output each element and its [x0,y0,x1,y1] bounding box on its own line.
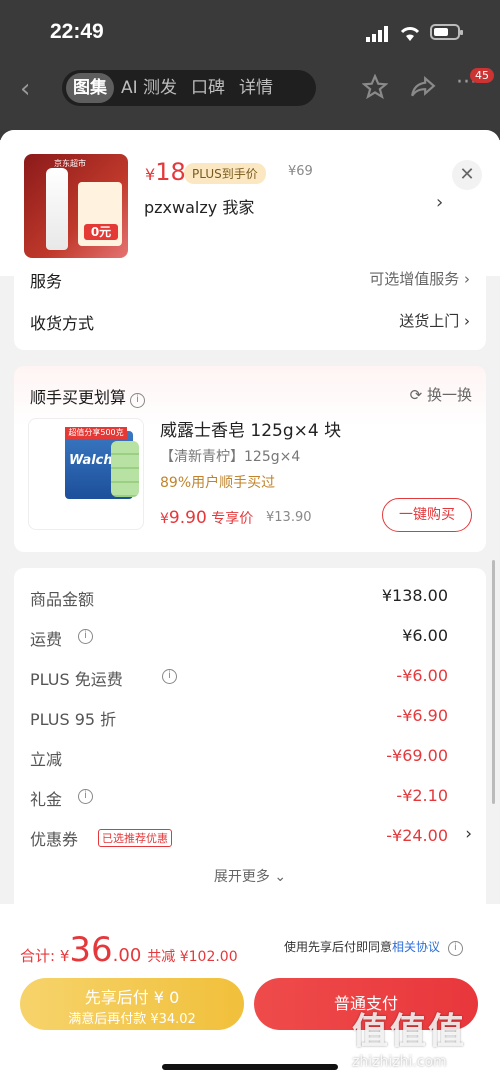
soap-thumbnail[interactable]: 超值分享500克 Walch [28,418,144,530]
info-icon[interactable]: i [78,629,93,644]
clock: 22:49 [50,20,104,43]
original-price: ¥69 [288,164,313,179]
wifi-icon [400,27,420,41]
total-amount: 合计: ¥36.00 共减 ¥102.00 [20,930,238,970]
agreement-link[interactable]: 相关协议 [392,940,440,954]
buy-together-card: 顺手买更划算 i ⟳ 换一换 超值分享500克 Walch 威露士香皂 125g×… [14,366,486,552]
signal-icon [366,26,388,42]
amount-label: PLUS 95 折 [30,710,117,729]
amount-row: 商品金额 ¥138.00 [30,586,448,609]
delivery-value[interactable]: 送货上门 › [399,310,470,331]
amount-value: ¥138.00 [381,586,448,605]
amount-row: PLUS 免运费 i -¥6.00 [30,666,448,689]
product-header: 京东超市 0元 ¥18 PLUS到手价 ¥69 ✕ pzxwalzy 我家 › [0,130,500,276]
back-icon[interactable]: ‹ [20,74,30,104]
thumb-zero-label: 0元 [84,224,118,240]
plus-price-tag: PLUS到手价 [184,163,266,184]
status-bar: 22:49 [0,0,500,62]
amount-label: 商品金额 [30,590,95,609]
soap-brand: Walch [69,453,113,468]
addon-rate: 89%用户顺手买过 [160,475,276,491]
amount-value: ¥6.00 [402,626,448,645]
addon-name: 威露士香皂 125g×4 块 [160,421,342,441]
amount-value: -¥6.90 [396,706,448,725]
scrollbar[interactable] [492,560,495,804]
amount-label: 礼金 [30,790,63,809]
buy-together-title: 顺手买更划算 i [30,384,146,408]
battery-icon [430,24,463,40]
tab-details[interactable]: 详情 [232,73,280,103]
address-selector[interactable]: pzxwalzy 我家 [144,194,254,218]
info-icon[interactable]: i [78,789,93,804]
expand-more-button[interactable]: 展开更多 ⌄ [14,866,486,886]
amount-label: 运费 [30,630,63,649]
amount-row: 立减 -¥69.00 [30,746,448,769]
coupon-chevron-icon[interactable]: › [465,824,472,844]
service-value[interactable]: 可选增值服务 › [369,268,470,289]
addon-spec: 【清新青柠】125g×4 [160,449,301,465]
home-indicator[interactable] [162,1064,338,1070]
close-button[interactable]: ✕ [452,160,482,190]
amount-value: -¥69.00 [386,746,448,765]
one-click-buy-button[interactable]: 一键购买 [382,498,472,532]
tab-ai-test[interactable]: AI 测发 [114,73,184,103]
product-price: ¥18 [145,158,186,186]
tab-bar: 图集 AI 测发 口碑 详情 [62,70,316,106]
addon-price: ¥9.90 专享价 [160,508,254,528]
chevron-right-icon[interactable]: › [436,192,443,213]
message-badge: 45 [470,68,494,83]
amount-label: 优惠券 [30,830,79,849]
soap-ribbon: 超值分享500克 [65,427,127,439]
star-icon[interactable] [362,74,388,100]
amount-value: -¥6.00 [396,666,448,685]
amount-label: 立减 [30,750,63,769]
amount-value: -¥2.10 [396,786,448,805]
info-icon[interactable]: i [130,393,146,408]
info-icon[interactable]: i [162,669,177,684]
delivery-label: 收货方式 [30,314,95,333]
swap-button[interactable]: ⟳ 换一换 [410,384,472,405]
agreement-text: 使用先享后付即同意相关协议 i [284,938,463,956]
product-thumbnail: 京东超市 0元 [24,154,128,258]
service-card: 服务 可选增值服务 › 收货方式 送货上门 › [14,262,486,350]
amount-row: PLUS 95 折 -¥6.90 [30,706,448,729]
info-icon[interactable]: i [447,941,463,956]
top-nav: ‹ 图集 AI 测发 口碑 详情 ··· 45 [0,68,500,110]
amount-row: 运费 i ¥6.00 [30,626,448,649]
soap-bars-image [111,441,139,497]
amount-value[interactable]: -¥24.00 [386,826,448,845]
tab-gallery[interactable]: 图集 [66,73,114,103]
amount-row: 优惠券 已选推荐优惠 -¥24.00 [30,826,448,849]
amount-row: 礼金 i -¥2.10 [30,786,448,809]
tab-reviews[interactable]: 口碑 [184,73,232,103]
amount-breakdown: 商品金额 ¥138.00 运费 i ¥6.00 PLUS 免运费 i -¥6.00 PLUS 9… [14,568,486,912]
watermark: 值值值 zhizhizhi.com [352,1011,467,1070]
service-label: 服务 [30,272,63,291]
pay-later-button[interactable]: 先享后付 ¥ 0 满意后再付款 ¥34.02 [20,978,244,1030]
coupon-tag: 已选推荐优惠 [98,829,172,847]
share-icon[interactable] [410,74,436,100]
addon-original-price: ¥13.90 [266,510,312,525]
amount-label: PLUS 免运费 [30,670,123,689]
bottle-image [46,168,68,250]
